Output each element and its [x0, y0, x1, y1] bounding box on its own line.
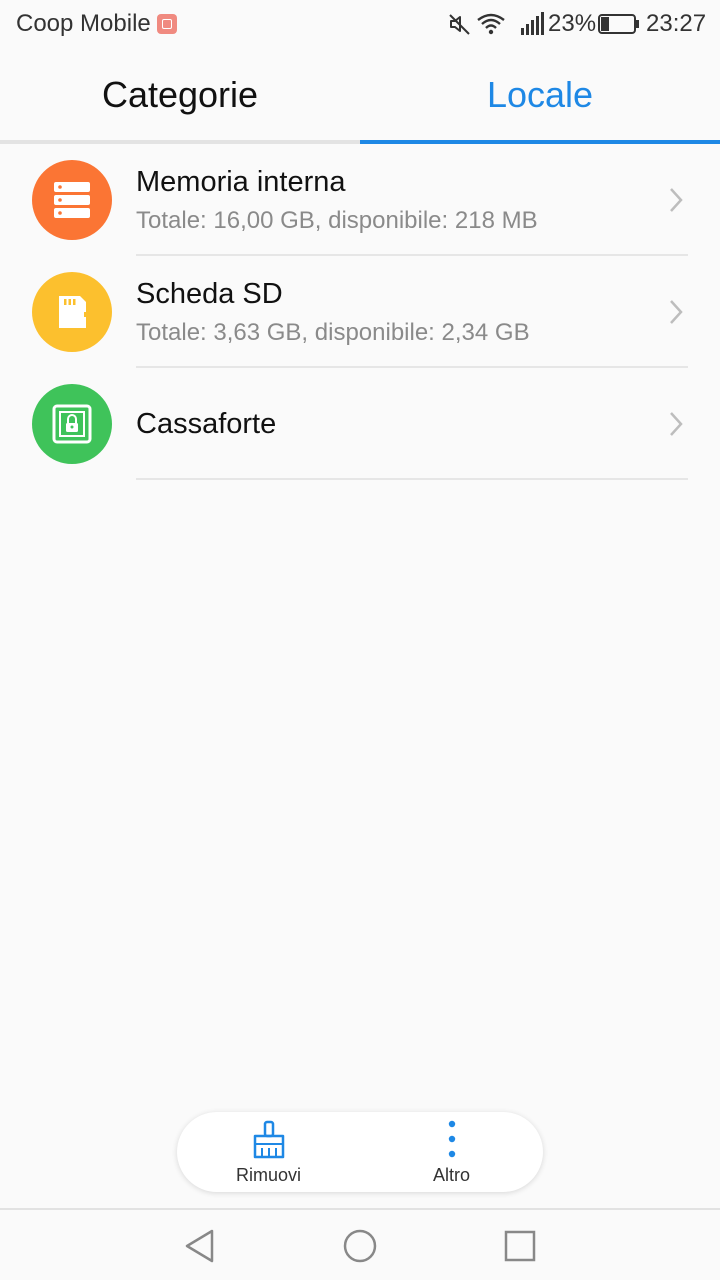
broom-icon: [253, 1120, 284, 1159]
mute-icon: [449, 14, 470, 35]
tab-locale[interactable]: Locale: [360, 50, 720, 140]
altro-label: Altro: [432, 1165, 470, 1185]
list-item-title: Cassaforte: [136, 408, 277, 440]
carrier-badge-icon: [157, 14, 177, 34]
battery-icon: [598, 14, 639, 34]
list-item-memoria-interna[interactable]: Memoria interna Totale: 16,00 GB, dispon…: [0, 144, 720, 256]
altro-button[interactable]: Altro: [360, 1112, 543, 1192]
navigation-bar: [0, 1208, 720, 1280]
recents-icon[interactable]: [502, 1228, 538, 1264]
tab-bar: Categorie Locale: [0, 50, 720, 144]
list-item-title: Memoria interna: [136, 166, 346, 198]
battery-percentage: 23%: [548, 10, 597, 37]
storage-list: Memoria interna Totale: 16,00 GB, dispon…: [0, 144, 720, 480]
more-vertical-icon: [448, 1120, 455, 1158]
wifi-icon: [477, 13, 505, 35]
bottom-action-bar: Rimuovi Altro: [177, 1112, 543, 1192]
chevron-right-icon: [670, 188, 683, 212]
safe-icon: [32, 384, 112, 464]
sd-card-icon: [32, 272, 112, 352]
back-icon[interactable]: [182, 1228, 218, 1264]
carrier-name: Coop Mobile: [16, 10, 151, 37]
divider: [136, 478, 688, 480]
rimuovi-button[interactable]: Rimuovi: [177, 1112, 360, 1192]
clock: 23:27: [646, 10, 707, 37]
list-item-title: Scheda SD: [136, 278, 283, 310]
chevron-right-icon: [670, 412, 683, 436]
list-item-subtitle: Totale: 16,00 GB, disponibile: 218 MB: [136, 207, 538, 234]
tab-categorie[interactable]: Categorie: [0, 50, 360, 140]
rimuovi-label: Rimuovi: [235, 1165, 301, 1185]
signal-icon: [521, 12, 544, 35]
server-icon: [32, 160, 112, 240]
chevron-right-icon: [670, 300, 683, 324]
list-item-subtitle: Totale: 3,63 GB, disponibile: 2,34 GB: [136, 319, 530, 346]
list-item-scheda-sd[interactable]: Scheda SD Totale: 3,63 GB, disponibile: …: [0, 256, 720, 368]
list-item-cassaforte[interactable]: Cassaforte: [0, 368, 720, 480]
home-icon[interactable]: [342, 1228, 378, 1264]
status-bar: Coop Mobile 23% 23:27: [0, 0, 720, 50]
